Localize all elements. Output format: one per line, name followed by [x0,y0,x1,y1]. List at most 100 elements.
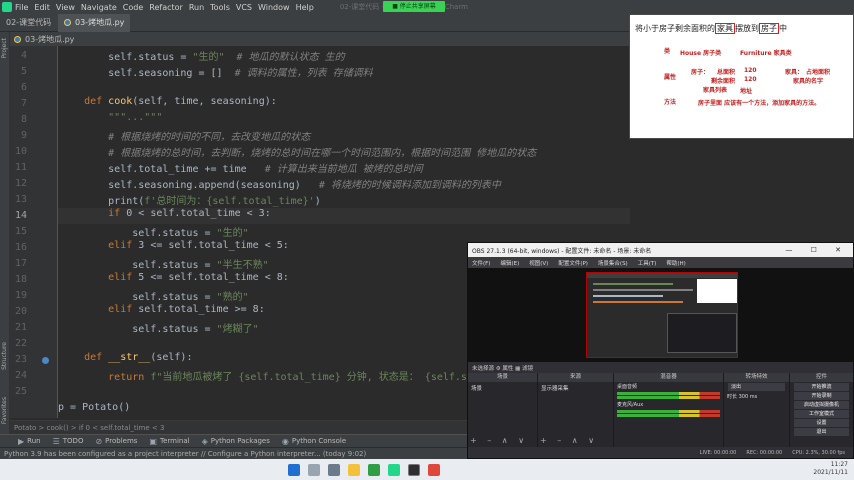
obs-preview[interactable] [468,268,853,362]
menu-navigate[interactable]: Navigate [81,3,117,12]
notes-headline: 将小于房子剩余面积的 家具 摆放到 房子中 [635,23,787,34]
system-clock[interactable]: 11:27 2021/11/11 [813,461,848,477]
live-timer: LIVE: 00:00:00 [699,449,737,456]
project-tool-tab[interactable]: Project [1,38,8,59]
audio-meter [617,410,720,413]
search-icon[interactable] [308,463,320,476]
navigation-bar: 02-课堂代码 03-烤地瓜.py [0,13,630,32]
scenes-footer-icons[interactable]: + – ∧ ∨ [470,436,528,445]
menu-help[interactable]: Help [296,3,314,12]
clock-date: 2021/11/11 [813,469,848,476]
line-number: 18 [14,274,27,285]
windows-start-icon[interactable] [288,463,300,476]
thumb-notes [697,279,737,303]
task-view-icon[interactable] [328,463,340,476]
file-explorer-icon[interactable] [348,463,360,476]
obs-window: OBS 27.1.3 (64-bit, windows) - 配置文件: 未命名… [467,242,854,459]
desktop: File Edit View Navigate Code Refactor Ru… [0,0,854,480]
menu-tools[interactable]: Tools [210,3,230,12]
start-streaming-button[interactable]: 开始推流 [794,383,849,391]
app-taskbar-icon[interactable] [428,463,440,476]
mixer-channel-label: 麦克风/Aux [617,402,644,408]
code-line: if 0 < self.total_time < 3: [60,208,271,219]
python-console-tool-button[interactable]: ◉ Python Console [282,437,346,446]
ide-menubar: File Edit View Navigate Code Refactor Ru… [0,0,854,14]
furniture-highlight: 家具 [715,23,735,34]
line-number: 10 [14,146,27,157]
code-line: self.seasoning.append(seasoning) # 将烧烤的时… [60,180,501,191]
sources-header: 来源 [538,373,613,382]
window-controls-icon[interactable]: — ☐ ✕ [785,246,849,254]
obs-menu-scene-collection[interactable]: 场景集合(S) [598,259,628,267]
line-number: 7 [20,98,27,109]
obs-menu-profile[interactable]: 配置文件(P) [558,259,588,267]
transitions-header: 转场特效 [724,373,789,382]
obs-menu-help[interactable]: 帮助(H) [666,259,685,267]
start-recording-button[interactable]: 开始录制 [794,392,849,400]
menu-file[interactable]: File [15,3,28,12]
house-highlight: 房子 [759,23,779,34]
source-item[interactable]: 显示器采集 [538,382,613,394]
menu-code[interactable]: Code [123,3,143,12]
transition-select[interactable]: 淡出 [728,383,785,391]
thumb-code [593,289,693,291]
menu-vcs[interactable]: VCS [236,3,252,12]
browser-icon[interactable] [368,463,380,476]
code-line: def cook(self, time, seasoning): [60,96,277,107]
obs-menu-tools[interactable]: 工具(T) [638,259,657,267]
obs-menu-file[interactable]: 文件(F) [472,259,490,267]
obs-source-toolbar[interactable]: 未选择源 ⚙ 属性 ▦ 滤镜 [468,362,853,373]
obs-docks: 场景 场景 + – ∧ ∨ 来源 显示器采集 + – ∧ ∨ 混音器 桌面音频 … [468,373,853,447]
file-tab[interactable]: 03-烤地瓜.py [58,13,131,32]
sources-footer-icons[interactable]: + – ∧ ∨ [540,436,598,445]
house-attr-note: 房子： [691,69,710,76]
studio-mode-button[interactable]: 工作室模式 [794,410,849,418]
editor-tab-label: 03-烤地瓜.py [25,34,75,44]
todo-tool-button[interactable]: ☰ TODO [53,437,84,446]
terminal-tool-button[interactable]: ▣ Terminal [149,437,189,446]
area-value-note: 120 [744,67,757,74]
menu-view[interactable]: View [56,3,75,12]
thumb-code [593,295,663,297]
pycharm-taskbar-icon[interactable] [388,463,400,476]
exit-button[interactable]: 退出 [794,428,849,436]
virtual-camera-button[interactable]: 启动虚拟摄像机 [794,401,849,409]
code-line: self.status = "熟的" [60,292,249,303]
menu-run[interactable]: Run [189,3,204,12]
method-note: 房子里面 应该有一个方法，添加家具的方法。 [698,100,821,107]
method-label: 方法 [664,99,677,106]
obs-title: OBS 27.1.3 (64-bit, windows) - 配置文件: 未命名… [472,247,652,255]
obs-menu-view[interactable]: 视图(V) [529,259,548,267]
obs-titlebar[interactable]: OBS 27.1.3 (64-bit, windows) - 配置文件: 未命名… [468,243,853,257]
settings-button[interactable]: 设置 [794,419,849,427]
menu-window[interactable]: Window [258,3,290,12]
thumb-menubar [587,273,737,278]
duration-value[interactable]: 300 ms [739,394,758,400]
occupy-area-note: 占地面积 [806,69,831,76]
line-number: 8 [20,114,27,125]
address-note: 地址 [740,88,753,95]
stop-share-button[interactable]: ■ 停止共享屏幕 [383,1,445,12]
line-number: 25 [14,386,27,397]
area-value-note: 120 [744,76,757,83]
project-breadcrumb[interactable]: 02-课堂代码 [0,17,58,28]
line-number: 4 [20,50,27,61]
menu-refactor[interactable]: Refactor [149,3,183,12]
controls-header: 控件 [790,373,853,382]
run-tool-button[interactable]: ▶ Run [18,437,41,446]
code-line: # 根据烧烤的总时间，去判断，烧烤的总时间在哪一个时间范围内，根据时间范围 修地… [60,148,537,159]
problems-tool-button[interactable]: ⊘ Problems [95,437,137,446]
status-message[interactable]: Python 3.9 has been configured as a proj… [4,450,366,458]
editor-tab[interactable]: 03-烤地瓜.py [10,32,630,46]
python-packages-tool-button[interactable]: ◈ Python Packages [202,437,270,446]
console-icon: ◉ [281,436,289,446]
override-marker-icon[interactable] [42,357,49,364]
line-number: 16 [14,242,27,253]
obs-menu-edit[interactable]: 编辑(E) [500,259,519,267]
obs-taskbar-icon[interactable] [408,463,420,476]
menu-edit[interactable]: Edit [34,3,50,12]
structure-tool-tab[interactable]: Structure [1,342,8,370]
favorites-tool-tab[interactable]: Favorites [1,397,8,424]
scene-item[interactable]: 场景 [468,382,537,394]
line-number-current: 14 [14,210,27,221]
